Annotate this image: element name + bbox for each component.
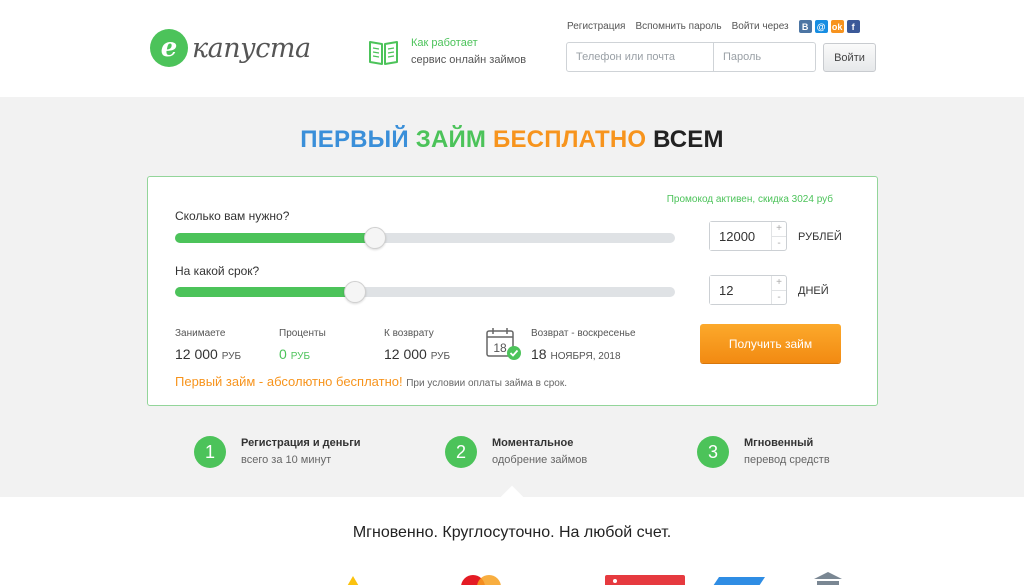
amount-increase-button[interactable]: + [772, 222, 786, 237]
step-title: Моментальное [492, 437, 574, 449]
stat-to-return: К возврату 12 000 РУБ [384, 328, 450, 362]
mailru-icon[interactable]: @ [814, 20, 828, 33]
step-item: 3 Мгновенный перевод средств [697, 435, 830, 469]
login-button[interactable]: Войти [823, 43, 876, 72]
step-subtitle: перевод средств [744, 454, 830, 466]
how-it-works-link[interactable]: Как работает сервис онлайн займов [368, 35, 526, 69]
stat-borrow-label: Занимаете [175, 328, 226, 339]
step-number: 1 [194, 436, 226, 468]
loan-calculator: Промокод активен, скидка 3024 руб Скольк… [147, 176, 878, 406]
payment-logos [0, 568, 1024, 585]
step-subtitle: всего за 10 минут [241, 454, 332, 466]
stat-borrow-value: 12 000 [175, 346, 218, 362]
page-title: ПЕРВЫЙ ЗАЙМ БЕСПЛАТНО ВСЕМ [0, 126, 1024, 154]
beeline-logo-icon [347, 576, 359, 585]
calendar-icon: 18 [486, 328, 521, 360]
free-loan-note: Первый займ - абсолютно бесплатно! При у… [175, 374, 567, 389]
tagline: Мгновенно. Круглосуточно. На любой счет. [352, 524, 672, 541]
term-unit: ДНЕЙ [798, 285, 829, 297]
get-loan-button[interactable]: Получить займ [700, 324, 841, 363]
logo-text: капуста [192, 32, 311, 64]
step-item: 2 Моментальное одобрение займов [445, 435, 587, 469]
stat-to-return-currency: РУБ [430, 351, 451, 362]
term-slider-handle[interactable] [344, 281, 366, 303]
step-title: Регистрация и деньги [241, 437, 361, 449]
stat-interest-currency: РУБ [290, 351, 311, 362]
step-item: 1 Регистрация и деньги всего за 10 минут [194, 435, 361, 469]
stat-borrow-currency: РУБ [221, 351, 242, 362]
free-loan-condition: При условии оплаты займа в срок. [406, 378, 568, 389]
card-logo-icon [605, 575, 685, 585]
odnoklassniki-icon[interactable]: ok [830, 20, 844, 33]
title-part-1: ПЕРВЫЙ [300, 126, 409, 153]
term-input[interactable] [710, 276, 771, 304]
logo-badge: е [150, 29, 188, 67]
main-section: ПЕРВЫЙ ЗАЙМ БЕСПЛАТНО ВСЕМ Промокод акти… [0, 97, 1024, 509]
stat-interest-value: 0 [279, 346, 287, 362]
term-decrease-button[interactable]: - [772, 291, 786, 305]
stat-return-date: Возврат - воскресенье 18 НОЯБРЯ, 2018 [531, 328, 636, 362]
term-slider-fill [175, 287, 355, 297]
register-link[interactable]: Регистрация [567, 21, 625, 32]
mastercard-logo-icon [461, 575, 501, 585]
free-loan-text: Первый займ - абсолютно бесплатно! [175, 374, 403, 389]
logo[interactable]: е капуста [150, 29, 311, 67]
term-increase-button[interactable]: + [772, 276, 786, 291]
amount-slider[interactable] [175, 227, 675, 249]
stat-to-return-value: 12 000 [384, 346, 427, 362]
title-part-4: ВСЕМ [653, 126, 724, 153]
top-links: Регистрация Вспомнить пароль Войти через… [567, 20, 860, 33]
term-slider[interactable] [175, 281, 675, 303]
stat-return-date-day: 18 [531, 346, 547, 362]
step-subtitle: одобрение займов [492, 454, 588, 466]
amount-slider-handle[interactable] [364, 227, 386, 249]
book-icon [369, 41, 398, 65]
phone-or-email-input[interactable] [567, 43, 714, 71]
how-it-works-title: Как работает [411, 37, 478, 49]
term-question: На какой срок? [175, 264, 260, 278]
header: е капуста Как работает сервис онлайн зай… [0, 0, 1024, 97]
promo-status: Промокод активен, скидка 3024 руб [666, 194, 833, 205]
step-number: 3 [697, 436, 729, 468]
calendar-day: 18 [493, 341, 507, 355]
title-part-3: БЕСПЛАТНО [493, 126, 647, 153]
amount-input[interactable] [710, 222, 771, 250]
bank-logo-icon [814, 572, 842, 585]
remember-password-link[interactable]: Вспомнить пароль [635, 21, 721, 32]
stat-return-date-month: НОЯБРЯ, 2018 [550, 351, 621, 362]
section-notch [500, 485, 524, 509]
facebook-icon[interactable]: f [846, 20, 860, 33]
stat-to-return-label: К возврату [384, 328, 434, 339]
step-number: 2 [445, 436, 477, 468]
amount-decrease-button[interactable]: - [772, 237, 786, 251]
amount-slider-fill [175, 233, 375, 243]
term-stepper: + - [709, 275, 787, 305]
stat-interest-label: Проценты [279, 328, 326, 339]
how-it-works-subtitle: сервис онлайн займов [411, 54, 527, 66]
amount-question: Сколько вам нужно? [175, 209, 290, 223]
amount-stepper: + - [709, 221, 787, 251]
password-input[interactable] [714, 43, 815, 71]
step-title: Мгновенный [744, 437, 814, 449]
stat-return-date-label: Возврат - воскресенье [531, 328, 636, 339]
amount-unit: РУБЛЕЙ [798, 231, 842, 243]
login-form [566, 42, 816, 72]
title-part-2: ЗАЙМ [415, 126, 487, 153]
visa-logo-icon [713, 577, 765, 585]
stat-interest: Проценты 0 РУБ [279, 328, 326, 362]
login-via-label: Войти через [731, 21, 789, 32]
stat-borrow: Занимаете 12 000 РУБ [175, 328, 241, 362]
vk-icon[interactable]: B [798, 20, 812, 33]
